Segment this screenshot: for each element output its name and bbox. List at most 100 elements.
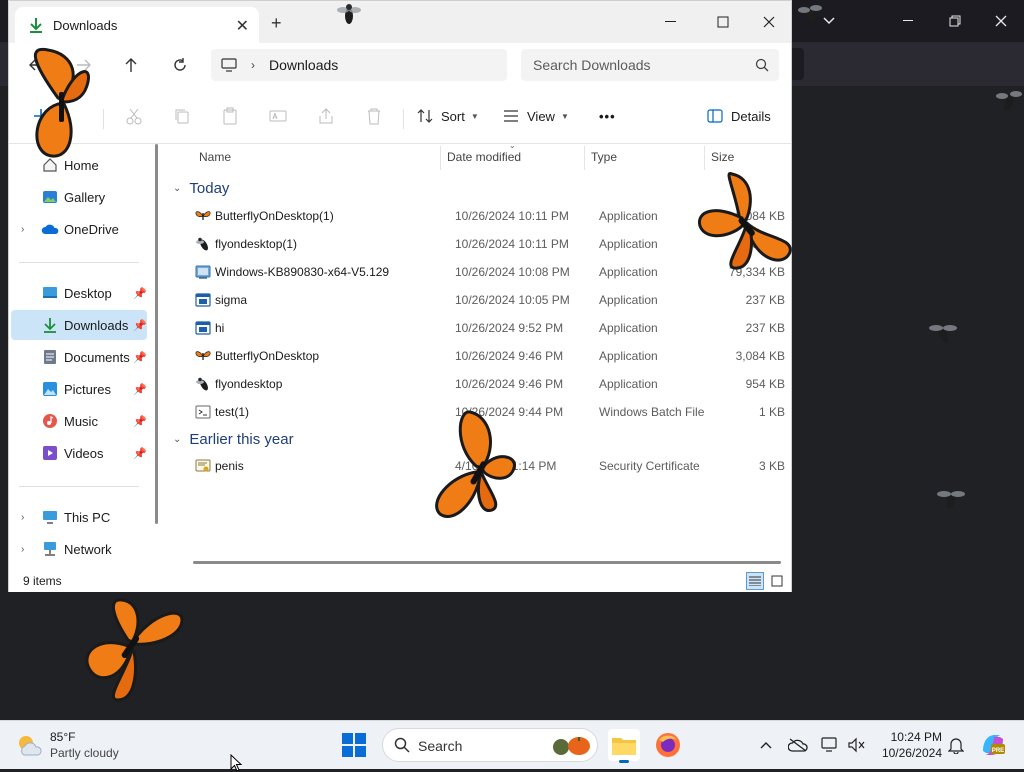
copy-button[interactable] [173,103,191,129]
more-options-button[interactable]: ••• [599,103,616,129]
sort-caret-icon: ▼ [470,111,479,121]
sidebar-item-gallery[interactable]: Gallery [11,182,147,212]
sidebar-item-downloads[interactable]: Downloads 📌 [11,310,147,340]
new-tab-plus-icon[interactable]: + [271,13,282,34]
sidebar-item-videos[interactable]: Videos 📌 [11,438,147,468]
refresh-button[interactable] [165,51,195,79]
file-date-modified: 10/26/2024 9:46 PM [455,349,564,363]
paste-button[interactable] [221,103,239,129]
taskbar-search-box[interactable]: Search [382,728,598,762]
sidebar-item-this-pc[interactable]: › This PC [11,502,147,532]
delete-button[interactable] [365,103,383,129]
status-bar: 9 items [9,570,791,592]
table-row[interactable]: hi 10/26/2024 9:52 PM Application 237 KB [165,314,791,342]
fly-icon [929,325,957,343]
browser-close-button[interactable] [978,0,1024,42]
expand-chevron-icon[interactable]: › [21,224,24,235]
group-header-today[interactable]: ⌄ Today [173,176,229,200]
fly-icon [798,5,822,22]
app-window-icon [195,320,211,336]
certificate-icon [195,458,211,474]
notification-bell-icon[interactable] [946,735,966,755]
search-icon [755,58,769,72]
browser-minimize-button[interactable] [886,0,932,42]
column-separator[interactable] [440,146,441,170]
column-header-type[interactable]: Type [591,144,617,170]
taskbar-clock[interactable]: 10:24 PM 10/26/2024 [872,729,942,761]
file-type: Application [599,209,658,223]
tab-close-icon[interactable]: ✕ [236,16,249,36]
explorer-tab-downloads[interactable]: Downloads ✕ [15,7,259,43]
column-separator[interactable] [584,146,585,170]
browser-restore-button[interactable] [932,0,978,42]
column-separator[interactable] [704,146,705,170]
minimize-button[interactable] [649,7,693,37]
column-header-size[interactable]: Size [711,144,734,170]
file-size: 237 KB [745,293,785,307]
sidebar-item-pictures[interactable]: Pictures 📌 [11,374,147,404]
pictures-icon [41,380,59,398]
breadcrumb-downloads[interactable]: Downloads [269,57,338,73]
show-hidden-icons-chevron-icon[interactable] [756,735,776,755]
weather-widget[interactable]: 85°F Partly cloudy [16,727,136,763]
onedrive-offline-icon[interactable] [788,735,808,755]
file-type: Application [599,237,658,251]
active-indicator [619,760,629,763]
weather-condition: Partly cloudy [50,746,119,760]
sidebar-item-music[interactable]: Music 📌 [11,406,147,436]
taskbar-firefox[interactable] [652,729,684,761]
sidebar-item-documents[interactable]: Documents 📌 [11,342,147,372]
sort-arrows-icon [417,109,433,123]
fly-icon [337,4,361,24]
fly-icon [996,91,1022,111]
view-button[interactable]: View ▼ [503,103,569,129]
horizontal-scrollbar[interactable] [193,561,781,564]
this-pc-icon [41,508,59,526]
explorer-tab-bar: Downloads ✕ + [9,1,791,43]
volume-muted-icon[interactable] [846,735,866,755]
trash-icon [368,108,380,125]
installer-icon [195,264,211,280]
pin-icon: 📌 [133,287,147,300]
details-pane-button[interactable]: Details [707,103,771,129]
network-status-icon[interactable] [820,735,840,755]
table-row[interactable]: flyondesktop 10/26/2024 9:46 PM Applicatio… [165,370,791,398]
search-input[interactable] [531,56,745,74]
copilot-icon[interactable]: PRE [980,735,1006,755]
column-header-name[interactable]: Name [199,144,231,170]
close-button[interactable] [747,7,791,37]
sidebar-separator [19,486,139,487]
cut-button[interactable] [125,103,143,129]
table-row[interactable]: sigma 10/26/2024 10:05 PM Application 237 K… [165,286,791,314]
file-explorer-window: Downloads ✕ + › Downloads Search Downloa… [8,0,792,592]
sidebar-item-network[interactable]: › Network [11,534,147,564]
share-button[interactable] [317,103,335,129]
address-field[interactable]: › Downloads [211,49,507,81]
details-view-button[interactable] [746,572,764,590]
table-row[interactable]: ButterflyOnDesktop 10/26/2024 9:46 PM Appl… [165,342,791,370]
expand-chevron-icon[interactable]: › [21,544,24,555]
copy-icon [175,109,189,124]
sidebar-item-onedrive[interactable]: › OneDrive [11,214,147,244]
navigation-scrollbar[interactable] [155,144,158,524]
maximize-button[interactable] [701,7,745,37]
scissors-icon [126,108,142,125]
windows-start-icon[interactable] [342,733,366,757]
sort-button[interactable]: Sort ▼ [417,103,479,129]
butterfly-icon [85,598,184,702]
rename-icon [269,110,287,122]
butterfly-icon [195,348,211,364]
up-button[interactable] [116,51,146,79]
file-size: 3,084 KB [735,349,785,363]
group-header-earlier[interactable]: ⌄ Earlier this year [173,427,294,451]
taskbar-file-explorer[interactable] [608,729,640,763]
rename-button[interactable] [269,103,287,129]
search-box[interactable] [521,49,779,81]
file-type: Application [599,293,658,307]
sidebar-item-desktop[interactable]: Desktop 📌 [11,278,147,308]
pin-icon: 📌 [133,351,147,364]
pin-icon: 📌 [133,319,147,332]
expand-chevron-icon[interactable]: › [21,512,24,523]
gallery-icon [41,188,59,206]
tiles-view-button[interactable] [768,572,786,590]
